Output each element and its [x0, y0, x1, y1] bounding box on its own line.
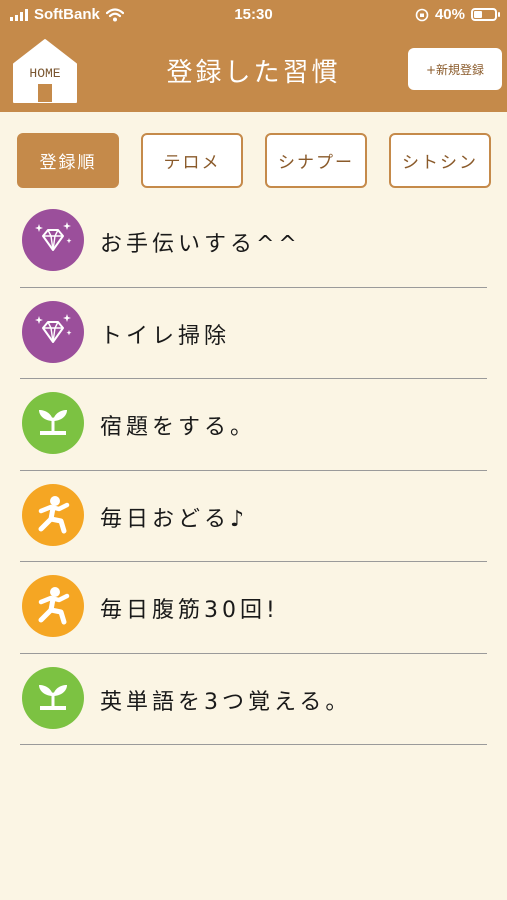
habit-name: 宿題をする。: [100, 415, 257, 440]
status-right: 40%: [415, 6, 500, 23]
battery-percent: 40%: [434, 6, 465, 23]
habit-name: お手伝いする^^: [100, 232, 301, 257]
home-button[interactable]: HOME: [12, 38, 78, 104]
battery-icon: [471, 8, 500, 21]
habit-row[interactable]: トイレ掃除: [0, 288, 507, 379]
status-bar: SoftBank 15:30 40%: [0, 0, 507, 30]
habit-name: 毎日腹筋30回!: [100, 598, 279, 623]
habit-name: トイレ掃除: [100, 323, 231, 349]
tab-telome[interactable]: テロメ: [141, 133, 243, 188]
habit-name: 毎日おどる♪: [100, 506, 249, 532]
new-habit-button[interactable]: +新規登録: [408, 48, 502, 90]
sprout-icon: [22, 392, 84, 454]
tab-registration-order[interactable]: 登録順: [17, 133, 119, 188]
habit-row[interactable]: 毎日腹筋30回!: [0, 562, 507, 654]
tab-cytosine[interactable]: シトシン: [389, 133, 491, 188]
home-label: HOME: [29, 66, 61, 81]
nav-bar: HOME 登録した習慣 +新規登録: [0, 30, 507, 112]
habit-row[interactable]: 英単語を3つ覚える。: [0, 654, 507, 745]
habit-name: 英単語を3つ覚える。: [100, 689, 352, 715]
habit-row[interactable]: 宿題をする。: [0, 379, 507, 471]
running-person-icon: [22, 483, 84, 546]
diamond-icon: [22, 209, 84, 271]
rotation-lock-icon: [415, 8, 429, 21]
page-title: 登録した習慣: [166, 58, 341, 88]
habit-row[interactable]: 毎日おどる♪: [0, 471, 507, 562]
running-person-icon: [22, 575, 84, 637]
tab-synapu[interactable]: シナプー: [265, 133, 367, 188]
habit-row[interactable]: お手伝いする^^: [0, 196, 507, 288]
sort-tabs: 登録順 テロメ シナプー シトシン: [0, 133, 507, 189]
diamond-icon: [22, 300, 84, 363]
sprout-icon: [22, 666, 84, 729]
habit-list: お手伝いする^^ トイレ掃除 宿題をする。 毎日おどる♪ 毎日腹筋30回! 英単…: [0, 196, 507, 745]
divider: [20, 744, 487, 745]
